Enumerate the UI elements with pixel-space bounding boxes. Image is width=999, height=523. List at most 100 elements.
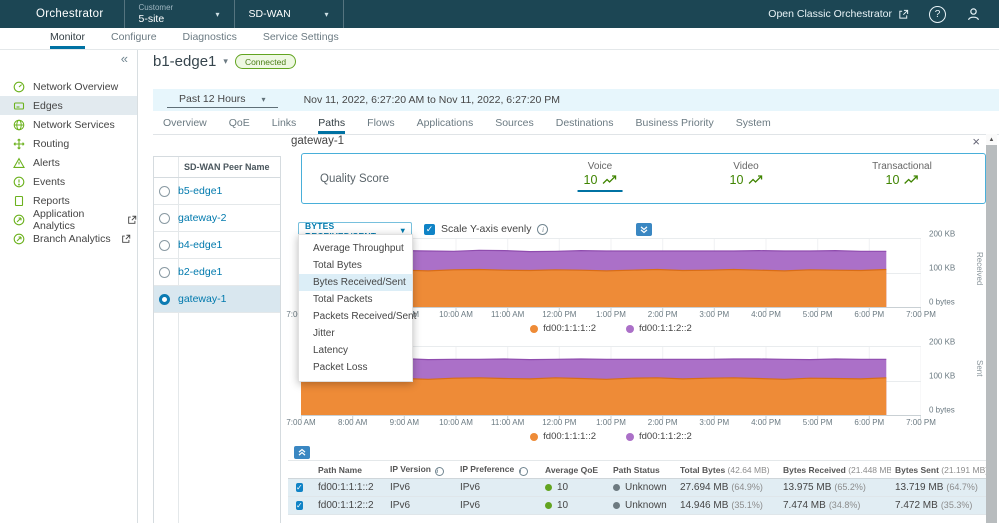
qoe-status-dot [545,502,552,509]
sidebar-item-network-overview[interactable]: Network Overview [0,77,137,96]
nav-tab-monitor[interactable]: Monitor [50,31,85,49]
globe-icon [13,119,25,131]
column-header-ip-version: IP Version i [386,461,456,479]
legend-item[interactable]: fd00:1:1:1::2 [530,323,596,334]
sidebar-item-branch-analytics[interactable]: Branch Analytics [0,229,137,248]
info-icon[interactable]: i [519,467,528,476]
customer-label: Customer [139,3,174,12]
paths-table: Path NameIP Version iIP Preference iAver… [288,460,986,515]
vertical-scrollbar[interactable]: ▲ [986,134,997,523]
peer-row-gateway-1[interactable]: gateway-1 [154,286,280,313]
menu-item-total-bytes[interactable]: Total Bytes [299,257,412,274]
sidebar-item-network-services[interactable]: Network Services [0,115,137,134]
tab-sources[interactable]: Sources [495,117,534,134]
tab-links[interactable]: Links [272,117,297,134]
peer-name-link[interactable]: b2-edge1 [178,266,222,278]
tab-paths[interactable]: Paths [318,117,345,134]
sidebar-item-label: Events [33,176,65,188]
cell-average-qoe: 10 [541,479,609,497]
table-row-fd00:1:1:1::2[interactable]: ✓ fd00:1:1:1::2 IPv6 IPv6 10 Unknown 27.… [288,479,986,497]
tab-qoe[interactable]: QoE [229,117,250,134]
x-axis-tick: 9:00 AM [390,418,419,427]
menu-item-packet-loss[interactable]: Packet Loss [299,359,412,376]
info-icon[interactable]: i [537,224,548,235]
sidebar-item-label: Branch Analytics [33,233,111,245]
x-axis-tick: 8:00 AM [338,418,367,427]
scrollbar-thumb[interactable] [986,145,997,523]
menu-item-packets-received-sent[interactable]: Packets Received/Sent [299,308,412,325]
nav-tab-configure[interactable]: Configure [111,31,157,49]
open-classic-link[interactable]: Open Classic Orchestrator [768,8,909,20]
tab-flows[interactable]: Flows [367,117,394,134]
legend-item[interactable]: fd00:1:1:1::2 [530,431,596,442]
scroll-up-icon[interactable]: ▲ [986,134,997,145]
peer-row-b4-edge1[interactable]: b4-edge1 [154,232,280,259]
column-header-ip-preference: IP Preference i [456,461,541,479]
x-axis-tick: 11:00 AM [491,418,524,427]
cell-bytes-sent: 7.472 MB(35.3%) [891,497,986,515]
peer-radio[interactable] [159,294,170,305]
tab-overview[interactable]: Overview [163,117,207,134]
legend-item[interactable]: fd00:1:1:2::2 [626,323,692,334]
cell-path-status: Unknown [609,479,676,497]
menu-item-average-throughput[interactable]: Average Throughput [299,240,412,257]
peer-name-link[interactable]: gateway-2 [178,212,226,224]
tab-applications[interactable]: Applications [417,117,474,134]
peer-radio[interactable] [159,240,170,251]
customer-selector[interactable]: Customer 5-site ▾ [124,0,234,28]
peer-name-link[interactable]: b5-edge1 [178,185,222,197]
quality-metric-voice[interactable]: Voice 10 [578,161,623,192]
menu-item-bytes-received-sent[interactable]: Bytes Received/Sent [299,274,412,291]
cell-bytes-received: 7.474 MB(34.8%) [779,497,891,515]
peer-row-gateway-2[interactable]: gateway-2 [154,205,280,232]
sidebar-collapse-icon[interactable]: « [121,51,128,66]
user-icon[interactable] [966,7,981,21]
menu-item-jitter[interactable]: Jitter [299,325,412,342]
monitor-sub-tabs: Overview QoE Links Paths Flows Applications So… [153,113,999,135]
sidebar-item-alerts[interactable]: Alerts [0,153,137,172]
peer-radio[interactable] [159,267,170,278]
peer-list-header: SD-WAN Peer Name [154,157,280,178]
sidebar-item-label: Routing [33,138,69,150]
nav-tab-service-settings[interactable]: Service Settings [263,31,339,49]
edge-box-icon [13,100,25,112]
product-selector[interactable]: SD-WAN ▾ [234,0,344,28]
time-range-select[interactable]: Past 12 Hours ▾ [167,92,278,108]
cell-ip-version: IPv6 [386,497,456,515]
tab-system[interactable]: System [736,117,771,134]
legend-item[interactable]: fd00:1:1:2::2 [626,431,692,442]
x-axis-tick: 4:00 PM [751,310,781,319]
help-icon[interactable]: ? [929,6,946,23]
x-axis-tick: 12:00 PM [542,418,576,427]
sidebar-item-events[interactable]: Events [0,172,137,191]
column-header-bytes-sent: Bytes Sent (21.191 MB) [891,461,986,479]
info-icon[interactable]: i [435,467,444,476]
scale-y-checkbox[interactable]: ✓ [424,224,435,235]
metric-dropdown-menu: Average ThroughputTotal BytesBytes Recei… [298,234,413,382]
collapse-quality-button[interactable] [636,223,652,236]
tab-business-priority[interactable]: Business Priority [636,117,714,134]
menu-item-latency[interactable]: Latency [299,342,412,359]
expand-table-button[interactable] [294,446,310,459]
peer-radio[interactable] [159,213,170,224]
external-link-icon [121,234,131,244]
peer-name-link[interactable]: b4-edge1 [178,239,222,251]
quality-metric-video[interactable]: Video 10 [724,161,769,190]
peer-row-b5-edge1[interactable]: b5-edge1 [154,178,280,205]
tab-destinations[interactable]: Destinations [556,117,614,134]
close-icon[interactable]: × [972,134,980,149]
row-checkbox[interactable]: ✓ [296,501,303,510]
sidebar: « Network OverviewEdgesNetwork Services R… [0,50,138,523]
row-checkbox[interactable]: ✓ [296,483,303,492]
menu-item-total-packets[interactable]: Total Packets [299,291,412,308]
peer-name-link[interactable]: gateway-1 [178,293,226,305]
edge-chevron-down-icon[interactable]: ▾ [223,56,228,67]
sidebar-item-routing[interactable]: Routing [0,134,137,153]
quality-metric-transactional[interactable]: Transactional 10 [872,161,932,190]
sidebar-item-edges[interactable]: Edges [0,96,137,115]
table-row-fd00:1:1:2::2[interactable]: ✓ fd00:1:1:2::2 IPv6 IPv6 10 Unknown 14.… [288,497,986,515]
nav-tab-diagnostics[interactable]: Diagnostics [183,31,237,49]
peer-row-b2-edge1[interactable]: b2-edge1 [154,259,280,286]
peer-radio[interactable] [159,186,170,197]
sidebar-item-application-analytics[interactable]: Application Analytics [0,210,137,229]
